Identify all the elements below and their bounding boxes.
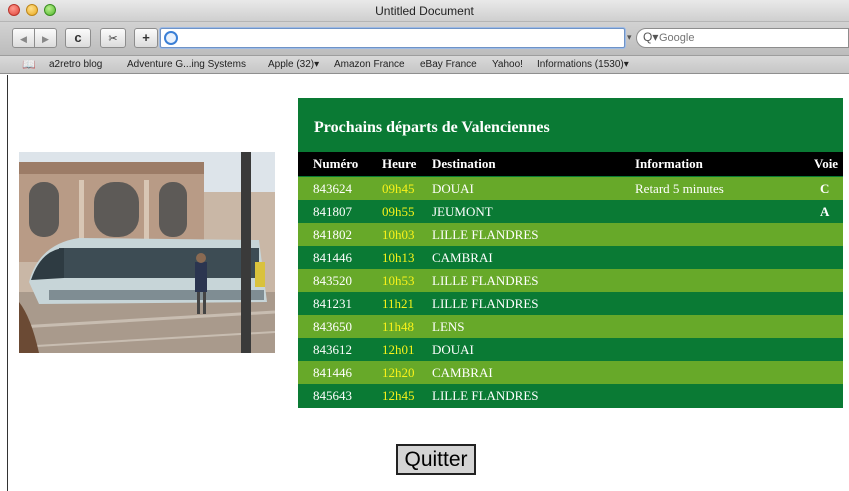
- bookmarks-book-icon[interactable]: 📖: [22, 58, 36, 71]
- row-time: 11h48: [382, 319, 415, 334]
- address-bar[interactable]: [160, 28, 625, 48]
- reload-button[interactable]: c: [65, 28, 91, 48]
- row-number: 841231: [313, 296, 352, 311]
- back-button[interactable]: ◀: [12, 28, 35, 48]
- quit-button[interactable]: Quitter: [396, 444, 476, 475]
- add-bookmark-button[interactable]: +: [134, 28, 158, 48]
- row-number: 841446: [313, 365, 352, 380]
- header-number: Numéro: [313, 156, 359, 171]
- bookmark-item[interactable]: Amazon France: [334, 59, 405, 70]
- departures-board: Prochains départs de Valenciennes Numéro…: [298, 98, 843, 408]
- reload-icon: c: [74, 30, 82, 45]
- row-time: 11h21: [382, 296, 415, 311]
- header-time: Heure: [382, 156, 417, 171]
- row-number: 841807: [313, 204, 352, 219]
- row-time: 12h20: [382, 365, 415, 380]
- row-number: 843624: [313, 181, 352, 196]
- page-left-border: [7, 75, 8, 491]
- search-input[interactable]: [659, 31, 839, 45]
- back-arrow-icon: ◀: [20, 34, 27, 44]
- header-destination: Destination: [432, 156, 496, 171]
- row-time: 12h45: [382, 388, 415, 403]
- row-information: Retard 5 minutes: [635, 181, 724, 196]
- table-row: 841807 09h55 JEUMONT A: [298, 200, 843, 223]
- address-dropdown-icon[interactable]: ▾: [627, 32, 632, 43]
- row-destination: JEUMONT: [432, 204, 493, 219]
- bookmark-item[interactable]: eBay France: [420, 59, 477, 70]
- row-destination: CAMBRAI: [432, 250, 493, 265]
- bookmark-item[interactable]: Yahoo!: [492, 59, 523, 70]
- row-destination: LILLE FLANDRES: [432, 296, 539, 311]
- row-platform: C: [820, 181, 830, 196]
- bookmarks-bar: 📖 a2retro blog Adventure G...ing Systems…: [0, 56, 849, 74]
- row-time: 09h55: [382, 204, 415, 219]
- header-platform: Voie: [814, 156, 839, 171]
- row-number: 843650: [313, 319, 352, 334]
- row-time: 10h03: [382, 227, 415, 242]
- bookmark-item[interactable]: Adventure G...ing Systems: [127, 59, 246, 70]
- search-bar[interactable]: Q▾: [636, 28, 849, 48]
- table-row: 843520 10h53 LILLE FLANDRES: [298, 269, 843, 292]
- snapback-button[interactable]: ✂: [100, 28, 126, 48]
- row-destination: LILLE FLANDRES: [432, 273, 539, 288]
- title-bar: Untitled Document: [0, 0, 849, 22]
- row-time: 10h53: [382, 273, 415, 288]
- tram-photo: [19, 152, 275, 353]
- row-time: 10h13: [382, 250, 415, 265]
- table-row: 841802 10h03 LILLE FLANDRES: [298, 223, 843, 246]
- row-destination: LENS: [432, 319, 465, 334]
- row-destination: LILLE FLANDRES: [432, 388, 539, 403]
- browser-toolbar: ◀ ▶ c ✂ + ▾ Q▾: [0, 22, 849, 56]
- row-number: 841446: [313, 250, 352, 265]
- board-title: Prochains départs de Valenciennes: [314, 119, 550, 136]
- table-row: 841446 12h20 CAMBRAI: [298, 361, 843, 384]
- row-number: 843612: [313, 342, 352, 357]
- table-row: 843612 12h01 DOUAI: [298, 338, 843, 361]
- row-time: 09h45: [382, 181, 415, 196]
- bookmark-item[interactable]: a2retro blog: [49, 59, 102, 70]
- forward-arrow-icon: ▶: [42, 34, 49, 44]
- row-destination: DOUAI: [432, 342, 474, 357]
- search-icon[interactable]: Q▾: [643, 30, 658, 44]
- bookmark-item[interactable]: Informations (1530)▾: [537, 59, 629, 70]
- row-number: 843520: [313, 273, 352, 288]
- globe-icon: [164, 31, 178, 45]
- row-destination: DOUAI: [432, 181, 474, 196]
- bookmark-item[interactable]: Apple (32)▾: [268, 59, 319, 70]
- window-title: Untitled Document: [375, 4, 474, 18]
- row-destination: CAMBRAI: [432, 365, 493, 380]
- row-number: 845643: [313, 388, 352, 403]
- table-row: 845643 12h45 LILLE FLANDRES: [298, 384, 843, 407]
- row-time: 12h01: [382, 342, 415, 357]
- snapback-icon: ✂: [108, 33, 118, 45]
- table-row: 843624 09h45 DOUAI Retard 5 minutes C: [298, 177, 843, 200]
- row-platform: A: [820, 204, 830, 219]
- table-header: Numéro Heure Destination Information Voi…: [298, 152, 843, 176]
- table-row: 843650 11h48 LENS: [298, 315, 843, 338]
- row-destination: LILLE FLANDRES: [432, 227, 539, 242]
- forward-button[interactable]: ▶: [34, 28, 57, 48]
- row-number: 841802: [313, 227, 352, 242]
- table-row: 841446 10h13 CAMBRAI: [298, 246, 843, 269]
- plus-icon: +: [142, 30, 150, 45]
- table-row: 841231 11h21 LILLE FLANDRES: [298, 292, 843, 315]
- header-information: Information: [635, 156, 703, 171]
